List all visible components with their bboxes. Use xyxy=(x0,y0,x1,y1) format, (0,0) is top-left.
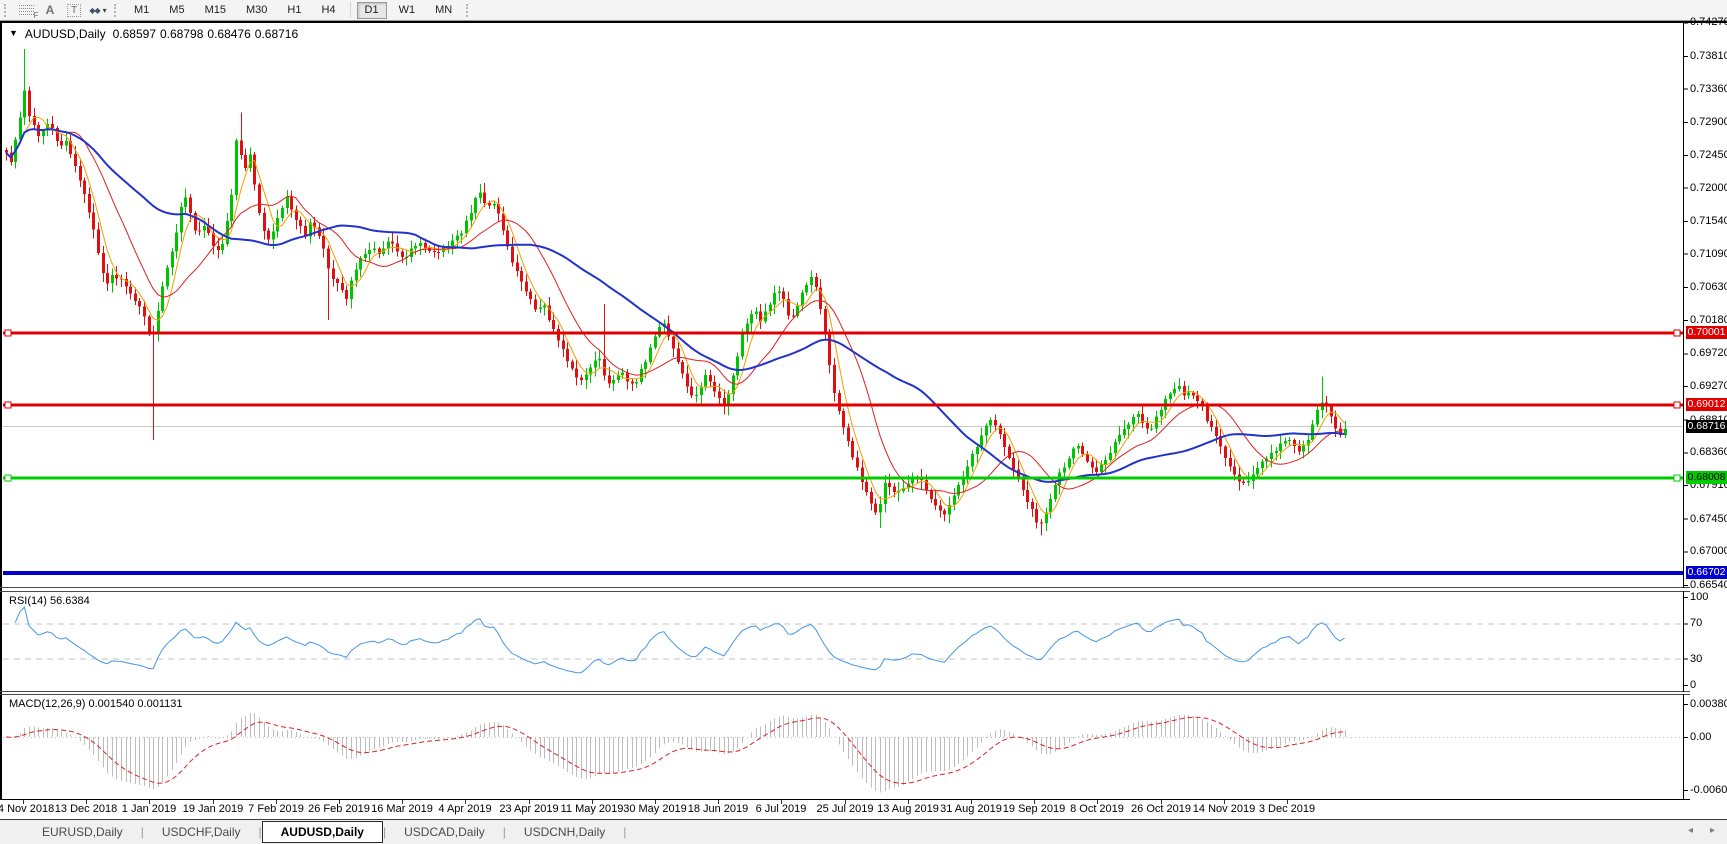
date-tick-label: 6 Jul 2019 xyxy=(755,803,807,815)
ohlc-low: 0.68476 xyxy=(207,27,251,41)
ohlc-close: 0.68716 xyxy=(254,27,299,41)
tab-scroll-left-icon[interactable]: ◂ xyxy=(1688,825,1693,836)
timeframe-mn-button[interactable]: MN xyxy=(427,2,460,19)
date-tick-label: 24 Nov 2018 xyxy=(0,803,55,815)
toolbar: F A T ◆◆ ▾ M1 M5 M15 M30 H1 H4 D1 W1 MN xyxy=(0,0,1727,21)
price-line-badge: 0.70001 xyxy=(1686,326,1727,339)
price-tick-label: 0.69270 xyxy=(1690,380,1727,393)
date-tick-label: 30 May 2019 xyxy=(623,803,687,815)
date-tick-label: 3 Dec 2019 xyxy=(1258,803,1316,815)
chart-tab-bar: EURUSD,Daily | USDCHF,Daily | AUDUSD,Daily | U… xyxy=(0,819,1727,844)
chart-symbol-period: AUDUSD,Daily xyxy=(24,27,106,41)
timeframe-h1-button[interactable]: H1 xyxy=(279,2,309,19)
chart-tab-eurusd[interactable]: EURUSD,Daily xyxy=(24,821,141,843)
price-line-badge: 0.66702 xyxy=(1686,566,1727,580)
price-tick-label: 0.70630 xyxy=(1690,281,1727,294)
tab-separator: | xyxy=(623,825,627,839)
price-tick-label: 0.70180 xyxy=(1690,313,1727,326)
date-tick-label: 7 Feb 2019 xyxy=(248,803,304,815)
ohlc-high: 0.68798 xyxy=(160,27,204,41)
rsi-scale-label: 100 xyxy=(1690,591,1709,603)
price-tick-label: 0.67450 xyxy=(1690,512,1727,525)
date-tick-label: 26 Oct 2019 xyxy=(1131,803,1191,815)
timeframe-m1-button[interactable]: M1 xyxy=(126,2,157,19)
price-line-badge: 0.68008 xyxy=(1686,471,1727,485)
price-tick-label: 0.71090 xyxy=(1690,247,1727,260)
timeframe-m15-button[interactable]: M15 xyxy=(197,2,234,19)
time-axis[interactable]: 24 Nov 201813 Dec 20181 Jan 2019 19 Jan 2… xyxy=(0,800,1727,819)
date-tick-label: 13 Dec 2018 xyxy=(54,803,118,815)
timeframe-m30-button[interactable]: M30 xyxy=(238,2,275,19)
date-tick-label: 19 Sep 2019 xyxy=(1002,803,1066,815)
price-tick-label: 0.73810 xyxy=(1690,49,1727,62)
macd-scale-label: -0.006087 xyxy=(1690,783,1727,796)
chart-tab-audusd[interactable]: AUDUSD,Daily xyxy=(261,821,383,843)
date-tick-label: 4 Apr 2019 xyxy=(438,803,492,815)
timeframe-h4-button[interactable]: H4 xyxy=(313,2,343,19)
price-line-badge: 0.68716 xyxy=(1686,419,1727,433)
date-tick-label: 11 May 2019 xyxy=(560,803,624,815)
chart-header: ▼ AUDUSD,Daily 0.68597 0.68798 0.68476 0… xyxy=(9,27,298,41)
date-tick-label: 26 Feb 2019 xyxy=(308,803,370,815)
date-tick-label: 16 Mar 2019 xyxy=(371,803,433,815)
macd-indicator-label: MACD(12,26,9) 0.001540 0.001131 xyxy=(9,698,183,710)
collapse-ohlc-icon[interactable]: ▼ xyxy=(9,27,18,41)
toolbar-separator xyxy=(349,2,351,18)
toolbar-grip[interactable] xyxy=(114,3,118,17)
date-tick-label: 25 Jul 2019 xyxy=(816,803,874,815)
price-tick-label: 0.67000 xyxy=(1690,545,1727,558)
rsi-scale-label: 70 xyxy=(1690,617,1703,630)
ohlc-open: 0.68597 xyxy=(112,27,156,41)
arrows-icon: ◆◆ xyxy=(89,5,100,15)
price-tick-label: 0.69720 xyxy=(1690,347,1727,360)
price-tick-label: 0.74270 xyxy=(1690,16,1727,29)
timeframe-d1-button[interactable]: D1 xyxy=(356,1,387,19)
fibonacci-icon: F xyxy=(18,4,39,20)
text-tool-button[interactable]: T xyxy=(64,2,84,19)
price-tick-label: 0.72450 xyxy=(1690,148,1727,161)
rsi-indicator-label: RSI(14) 56.6384 xyxy=(9,595,90,607)
main-chart-canvas[interactable] xyxy=(0,22,1690,588)
chart-tab-usdcnh[interactable]: USDCNH,Daily xyxy=(506,821,623,843)
date-tick-label: 8 Oct 2019 xyxy=(1070,803,1124,815)
chart-tab-usdcad[interactable]: USDCAD,Daily xyxy=(386,821,503,843)
date-tick-label: 1 Jan 2019 xyxy=(121,803,177,815)
chevron-down-icon[interactable]: ▾ xyxy=(103,6,107,15)
price-line-badge: 0.69012 xyxy=(1686,397,1727,411)
toolbar-grip[interactable] xyxy=(466,3,470,17)
price-tick-label: 0.71540 xyxy=(1690,214,1727,227)
timeframe-w1-button[interactable]: W1 xyxy=(391,2,424,19)
text-label-icon: A xyxy=(45,3,55,17)
rsi-scale-label: 30 xyxy=(1690,652,1703,665)
date-tick-label: 19 Jan 2019 xyxy=(182,803,244,815)
price-tick-label: 0.72000 xyxy=(1690,181,1727,194)
rsi-panel-canvas[interactable] xyxy=(0,591,1690,692)
macd-scale-label: 0.00 xyxy=(1690,731,1712,743)
chart-tabs: EURUSD,Daily | USDCHF,Daily | AUDUSD,Daily | U… xyxy=(24,820,626,844)
rsi-scale-label: 0 xyxy=(1690,679,1697,691)
macd-panel-canvas[interactable] xyxy=(0,694,1690,800)
tab-scroll-right-icon[interactable]: ▸ xyxy=(1710,825,1715,836)
toolbar-grip[interactable] xyxy=(4,3,8,17)
price-tick-label: 0.73360 xyxy=(1690,82,1727,95)
date-tick-label: 13 Aug 2019 xyxy=(877,803,939,815)
price-tick-label: 0.72900 xyxy=(1690,116,1727,128)
timeframe-toolbar: M1 M5 M15 M30 H1 H4 D1 W1 MN xyxy=(124,1,462,19)
date-tick-label: 31 Aug 2019 xyxy=(940,803,1002,815)
arrows-tool-button[interactable]: ◆◆ ▾ xyxy=(88,2,108,19)
date-tick-label: 18 Jun 2019 xyxy=(687,803,749,815)
price-tick-label: 0.66540 xyxy=(1690,578,1727,591)
text-tool-icon: T xyxy=(66,3,82,17)
chart-tab-usdchf[interactable]: USDCHF,Daily xyxy=(144,821,259,843)
timeframe-m5-button[interactable]: M5 xyxy=(161,2,192,19)
fibonacci-tool-button[interactable]: F xyxy=(16,2,39,20)
price-tick-label: 0.68360 xyxy=(1690,446,1727,459)
text-label-tool-button[interactable]: A xyxy=(40,2,60,19)
date-tick-label: 14 Nov 2019 xyxy=(1192,803,1256,815)
date-tick-label: 23 Apr 2019 xyxy=(499,803,559,815)
macd-scale-label: 0.003804 xyxy=(1690,698,1727,711)
